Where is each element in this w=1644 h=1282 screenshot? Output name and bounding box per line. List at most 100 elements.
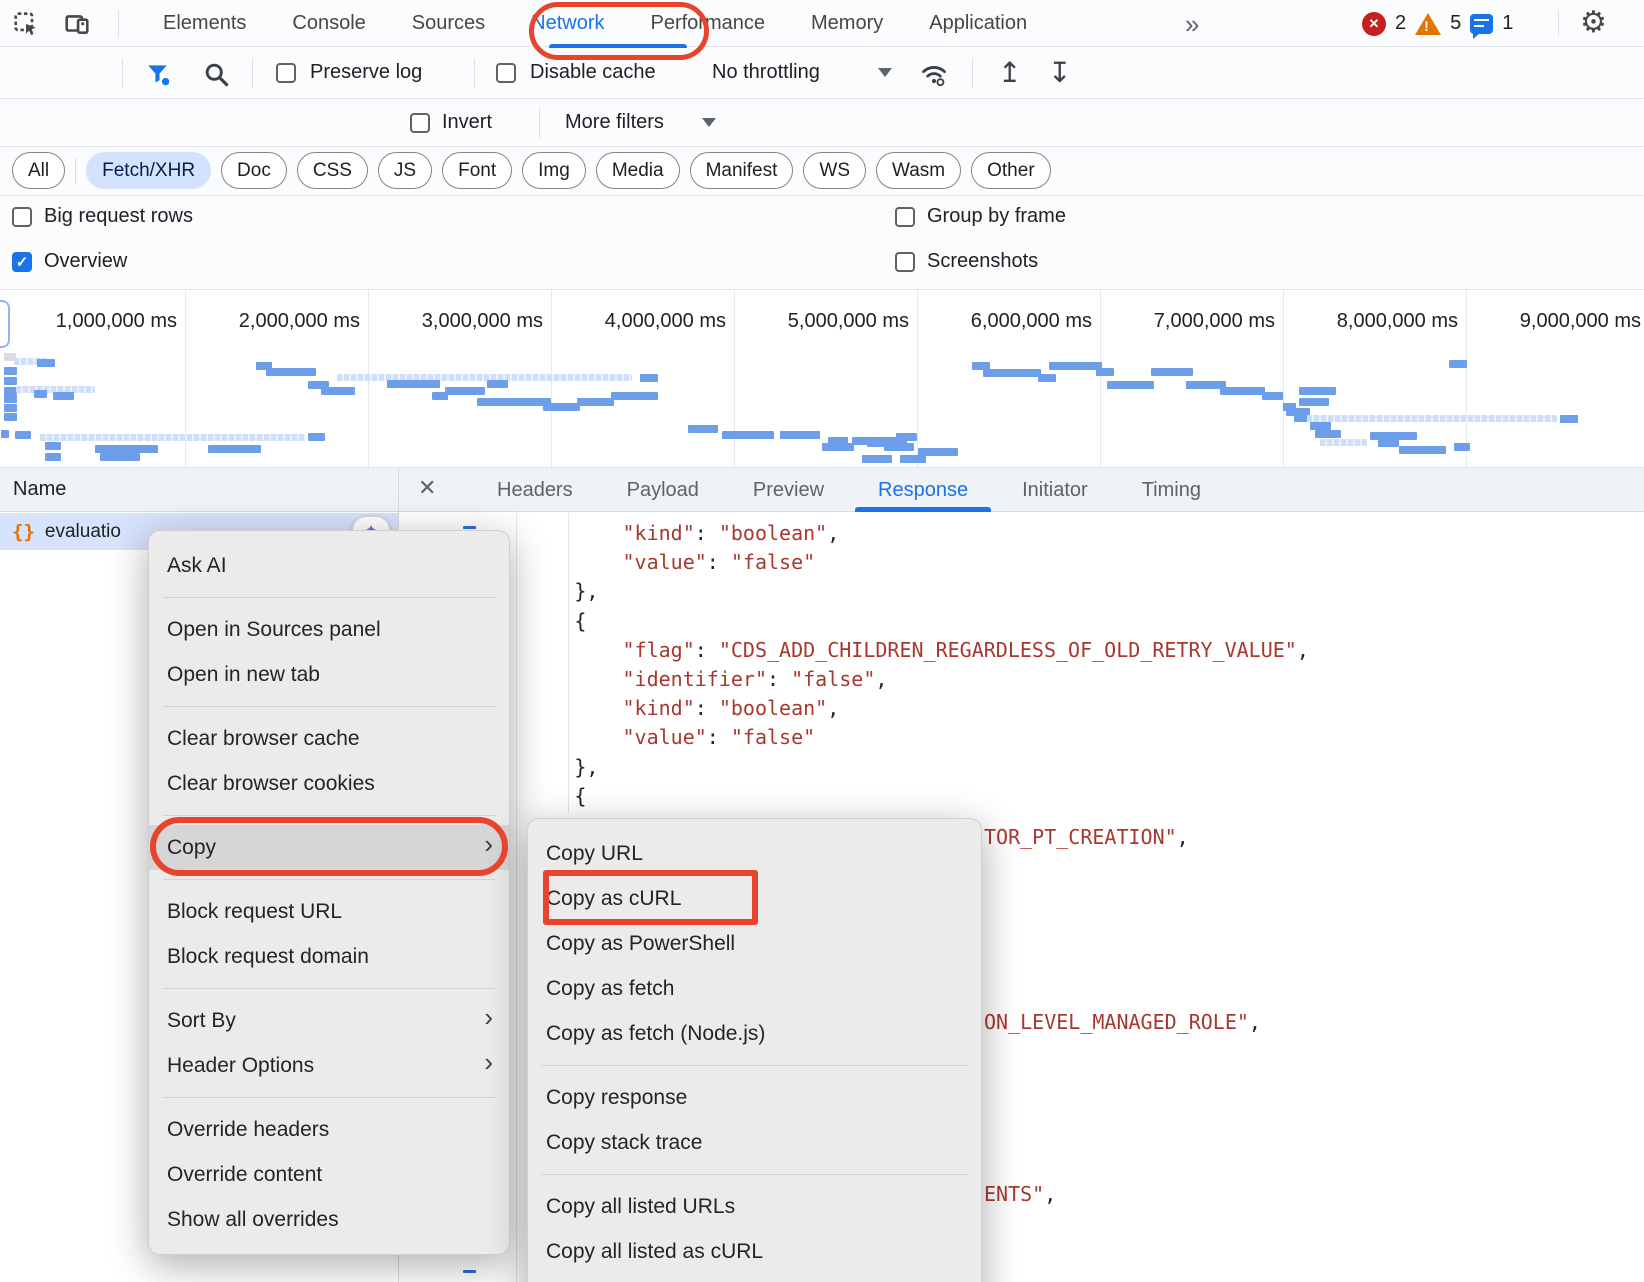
menu-item-copy-as-fetch[interactable]: Copy as fetch [528,966,981,1011]
type-chip-media[interactable]: Media [596,152,680,189]
devtools-window: ElementsConsoleSourcesNetworkPerformance… [0,0,1644,1282]
detail-tab-payload[interactable]: Payload [600,468,726,512]
menu-item-sort-by[interactable]: Sort By› [149,998,509,1043]
json-braces-icon: {} [12,521,35,543]
timeline-label: 2,000,000 ms [178,310,360,333]
detail-tab-response[interactable]: Response [851,468,995,512]
detail-tab-strip: ✕ HeadersPayloadPreviewResponseInitiator… [398,468,1644,512]
inspect-element-icon[interactable] [12,10,40,38]
detail-tab-headers[interactable]: Headers [470,468,600,512]
type-chip-wasm[interactable]: Wasm [876,152,961,189]
waterfall-bar [1310,422,1331,430]
preserve-log-checkbox[interactable] [276,63,296,83]
search-icon[interactable] [200,58,232,90]
error-badge-icon: ✕ [1362,12,1386,36]
menu-item-copy-stack-trace[interactable]: Copy stack trace [528,1120,981,1165]
menu-item-copy-as-powershell[interactable]: Copy as PowerShell [528,921,981,966]
option-group-by-frame[interactable]: Group by frame [895,205,1066,228]
type-chip-doc[interactable]: Doc [221,152,287,189]
invert-checkbox[interactable] [410,113,430,133]
network-conditions-icon[interactable] [916,58,952,90]
menu-item-ask-ai[interactable]: Ask AI [149,543,509,588]
menu-item-clear-browser-cache[interactable]: Clear browser cache [149,716,509,761]
menu-item-copy[interactable]: Copy› [149,825,509,870]
preserve-log-label: Preserve log [310,61,422,84]
panel-tab-console[interactable]: Console [269,0,388,47]
panel-tab-performance[interactable]: Performance [628,0,789,47]
option-screenshots[interactable]: Screenshots [895,250,1038,273]
waterfall-bar [611,392,658,400]
fold-marker-icon[interactable] [463,526,476,529]
panel-tab-memory[interactable]: Memory [788,0,906,47]
fold-marker-icon[interactable] [463,1270,476,1273]
panel-tab-network[interactable]: Network [508,0,627,47]
menu-item-copy-as-fetch-node-js-[interactable]: Copy as fetch (Node.js) [528,1011,981,1056]
name-column-header[interactable]: Name [0,468,398,512]
type-chip-manifest[interactable]: Manifest [690,152,794,189]
menu-item-label: Clear browser cookies [167,772,375,796]
network-overview-timeline[interactable]: 1,000,000 ms2,000,000 ms3,000,000 ms4,00… [0,290,1644,468]
menu-item-copy-all-listed-urls[interactable]: Copy all listed URLs [528,1184,981,1229]
type-chip-fetchxhr[interactable]: Fetch/XHR [86,152,211,189]
type-chip-css[interactable]: CSS [297,152,368,189]
option-big-request-rows[interactable]: Big request rows [12,205,193,228]
waterfall-bar [321,387,355,395]
checkbox-icon[interactable]: ✓ [12,252,32,272]
waterfall-bar [45,453,61,461]
type-chip-js[interactable]: JS [378,152,432,189]
menu-item-block-request-domain[interactable]: Block request domain [149,934,509,979]
waterfall-bar [900,455,926,463]
disable-cache-checkbox[interactable] [496,63,516,83]
type-chip-all[interactable]: All [12,152,65,189]
settings-gear-icon[interactable]: ⚙ [1580,5,1607,40]
menu-item-copy-url[interactable]: Copy URL [528,831,981,876]
panel-tab-application[interactable]: Application [906,0,1050,47]
message-count: 1 [1502,12,1513,35]
menu-item-override-content[interactable]: Override content [149,1152,509,1197]
type-chip-font[interactable]: Font [442,152,512,189]
checkbox-icon[interactable] [895,207,915,227]
menu-item-copy-as-curl[interactable]: Copy as cURL [528,876,981,921]
detail-tab-initiator[interactable]: Initiator [995,468,1115,512]
throttling-select[interactable]: No throttling [712,61,820,84]
checkbox-icon[interactable] [12,207,32,227]
waterfall-bar [4,395,17,403]
export-har-icon[interactable]: ↥ [998,56,1021,89]
import-har-icon[interactable]: ↧ [1048,56,1071,89]
more-filters-button[interactable]: More filters [565,111,664,134]
console-summary[interactable]: ✕ 2 ! 5 1 [1362,0,1513,47]
option-overview[interactable]: ✓ Overview [12,250,127,273]
type-chip-other[interactable]: Other [971,152,1051,189]
waterfall-bar [1262,392,1283,400]
filter-funnel-icon[interactable] [142,58,174,90]
menu-item-clear-browser-cookies[interactable]: Clear browser cookies [149,761,509,806]
menu-item-open-in-new-tab[interactable]: Open in new tab [149,652,509,697]
panel-tab-sources[interactable]: Sources [389,0,508,47]
checkbox-icon[interactable] [895,252,915,272]
waterfall-bar [53,392,74,400]
type-chip-ws[interactable]: WS [803,152,866,189]
detail-tab-timing[interactable]: Timing [1115,468,1228,512]
menu-item-show-all-overrides[interactable]: Show all overrides [149,1197,509,1242]
panel-tab-elements[interactable]: Elements [140,0,269,47]
close-detail-icon[interactable]: ✕ [418,475,436,501]
menu-item-block-request-url[interactable]: Block request URL [149,889,509,934]
more-panels-icon[interactable]: » [1185,9,1199,40]
device-toolbar-icon[interactable] [62,10,92,38]
menu-item-copy-response[interactable]: Copy response [528,1075,981,1120]
detail-tab-preview[interactable]: Preview [726,468,851,512]
menu-item-open-in-sources-panel[interactable]: Open in Sources panel [149,607,509,652]
menu-item-label: Copy as fetch (Node.js) [546,1022,765,1046]
menu-item-label: Clear browser cache [167,727,360,751]
menu-item-header-options[interactable]: Header Options› [149,1043,509,1088]
menu-item-copy-all-listed-as-powershell[interactable]: Copy all listed as PowerShell [528,1274,981,1282]
waterfall-bar [577,398,614,406]
waterfall-bar [1151,368,1193,376]
menu-item-copy-all-listed-as-curl[interactable]: Copy all listed as cURL [528,1229,981,1274]
waterfall-bar [445,387,485,395]
waterfall-bar [1107,381,1154,389]
option-label: Group by frame [927,205,1066,228]
option-label: Overview [44,250,127,273]
menu-item-override-headers[interactable]: Override headers [149,1107,509,1152]
type-chip-img[interactable]: Img [522,152,586,189]
